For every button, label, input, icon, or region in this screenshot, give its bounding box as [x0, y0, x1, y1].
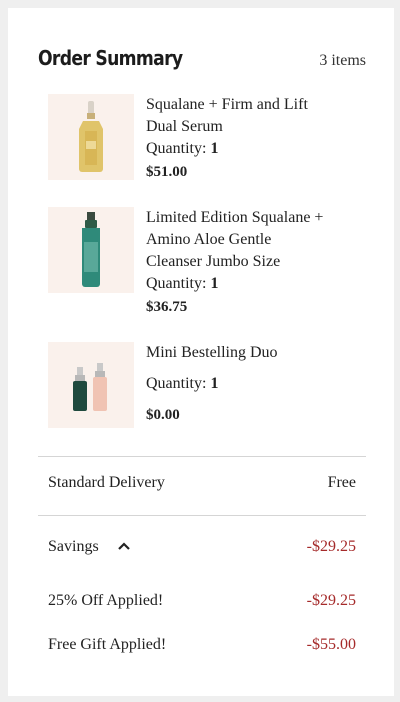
savings-total: -$29.25	[306, 538, 356, 556]
list-item: Squalane + Firm and Lift Dual Serum Quan…	[48, 94, 368, 183]
product-quantity: Quantity: 1	[146, 140, 219, 157]
product-name-line: Dual Serum	[146, 118, 223, 135]
product-quantity: Quantity: 1	[146, 275, 219, 292]
savings-label: Savings	[48, 538, 99, 555]
product-name-line: Cleanser Jumbo Size	[146, 253, 281, 270]
duo-bottles-icon	[73, 363, 107, 411]
chevron-up-icon[interactable]	[117, 538, 131, 556]
delivery-label: Standard Delivery	[48, 474, 165, 491]
delivery-row: Standard Delivery Free	[48, 474, 356, 492]
order-summary-header: Order Summary 3 items	[38, 46, 366, 70]
savings-line-label: Free Gift Applied!	[48, 636, 167, 653]
savings-toggle[interactable]: Savings	[48, 538, 131, 556]
cleanser-bottle-icon	[82, 212, 100, 287]
product-image	[48, 207, 134, 293]
order-summary-card: Order Summary 3 items Squalane + Firm an…	[8, 8, 394, 696]
product-image	[48, 94, 134, 180]
list-item: Mini Bestelling Duo Quantity: 1 $0.00	[48, 342, 368, 428]
product-price: $36.75	[146, 299, 188, 315]
product-name-line: Limited Edition Squalane +	[146, 209, 324, 226]
product-image	[48, 342, 134, 428]
divider	[38, 456, 366, 457]
product-name-line: Mini Bestelling Duo	[146, 344, 278, 361]
product-name-line: Squalane + Firm and Lift	[146, 96, 308, 113]
product-price: $0.00	[146, 407, 180, 423]
product-name-line: Amino Aloe Gentle	[146, 231, 272, 248]
savings-line-label: 25% Off Applied!	[48, 592, 164, 609]
delivery-value: Free	[327, 474, 356, 491]
product-quantity: Quantity: 1	[146, 375, 219, 392]
savings-line-value: -$55.00	[306, 636, 356, 653]
item-count: 3 items	[319, 52, 366, 69]
divider	[38, 515, 366, 516]
serum-bottle-icon	[79, 101, 103, 172]
order-summary-title: Order Summary	[38, 46, 183, 70]
product-price: $51.00	[146, 164, 188, 180]
list-item: Limited Edition Squalane + Amino Aloe Ge…	[48, 207, 368, 318]
savings-row[interactable]: Savings -$29.25	[48, 538, 356, 556]
savings-line: Free Gift Applied! -$55.00	[48, 636, 356, 654]
savings-line-value: -$29.25	[306, 592, 356, 609]
savings-line: 25% Off Applied! -$29.25	[48, 592, 356, 610]
